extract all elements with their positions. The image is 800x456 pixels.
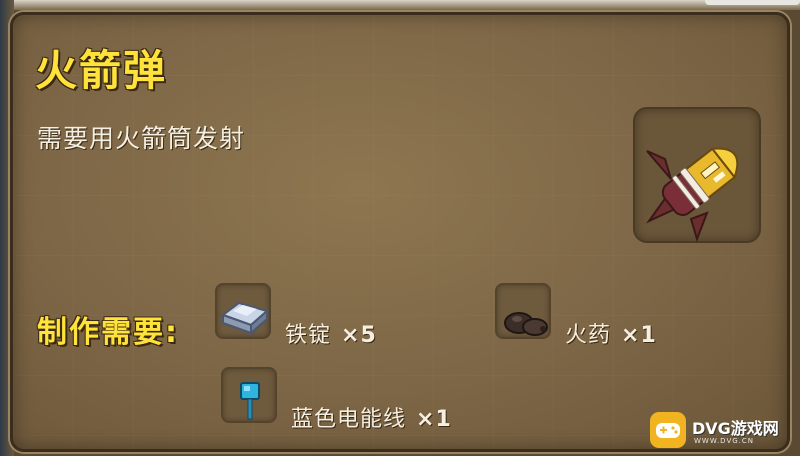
material-gunpowder: 火药 ×1 (565, 317, 657, 349)
material-slot-iron-ingot[interactable] (215, 283, 271, 339)
watermark: DVG游戏网 WWW.DVG.CN (650, 412, 800, 452)
blue-wire-icon (240, 382, 260, 420)
material-qty: ×1 (416, 407, 452, 432)
material-name: 火药 (565, 323, 612, 348)
iron-ingot-icon (220, 301, 270, 336)
watermark-url: WWW.DVG.CN (694, 437, 755, 445)
item-preview-frame (633, 107, 761, 243)
material-qty: ×5 (341, 323, 377, 348)
watermark-brand: DVG游戏网 (692, 419, 779, 438)
material-blue-wire: 蓝色电能线 ×1 (291, 401, 452, 433)
material-slot-blue-wire[interactable] (221, 367, 277, 423)
material-name: 铁锭 (285, 323, 332, 348)
rocket-shell-icon (645, 147, 739, 243)
gunpowder-icon (504, 312, 548, 336)
item-title: 火箭弹 (35, 46, 168, 95)
gamepad-icon (650, 412, 686, 448)
material-name: 蓝色电能线 (291, 407, 407, 432)
material-qty: ×1 (621, 323, 657, 348)
material-iron-ingot: 铁锭 ×5 (285, 317, 377, 349)
material-slot-gunpowder[interactable] (495, 283, 551, 339)
background-top (0, 0, 800, 10)
item-description: 需要用火箭筒发射 (37, 124, 246, 153)
item-tooltip-panel: 火箭弹 需要用火箭筒发射 制作需要: 铁锭 ×5 火药 ×1 蓝色电能线 ×1 (10, 12, 790, 452)
top-bar-fragment (705, 0, 800, 5)
recipe-label: 制作需要: (37, 315, 179, 350)
